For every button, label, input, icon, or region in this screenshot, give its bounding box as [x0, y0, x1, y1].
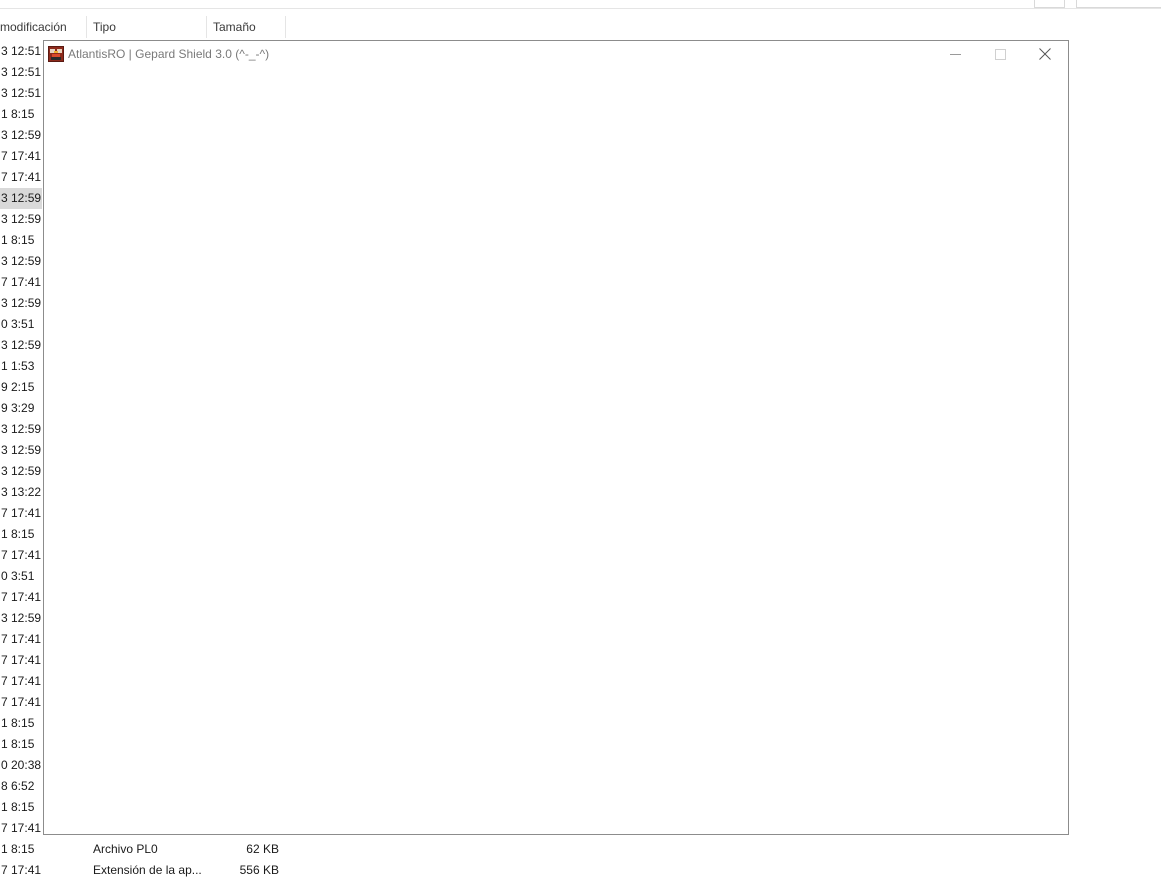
- file-modified-date: 1 8:15: [1, 107, 35, 121]
- file-type: Archivo PL0: [93, 842, 158, 856]
- file-modified-date: 3 12:59: [1, 254, 42, 268]
- file-modified-date: 3 12:59: [1, 422, 42, 436]
- file-row[interactable]: 7 17:41 Extensión de la ap... 556 KB: [0, 860, 1161, 881]
- file-modified-date: 7 17:41: [1, 674, 42, 688]
- file-modified-date: 3 12:59: [1, 464, 42, 478]
- file-modified-date: 1 1:53: [1, 359, 35, 373]
- file-modified-date: 7 17:41: [1, 653, 42, 667]
- file-modified-date: 3 12:51: [1, 65, 42, 79]
- file-modified-date: 7 17:41: [1, 149, 42, 163]
- explorer-toolbar-strip: [0, 0, 1161, 9]
- file-modified-date: 0 3:51: [1, 569, 35, 583]
- close-icon: [1039, 48, 1051, 60]
- gepard-shield-window[interactable]: AtlantisRO | Gepard Shield 3.0 (^-_-^): [43, 40, 1069, 835]
- file-modified-date: 3 12:51: [1, 44, 42, 58]
- column-header-type-label: Tipo: [93, 20, 116, 34]
- file-modified-date: 9 2:15: [1, 380, 35, 394]
- file-modified-date: 3 12:59: [0, 188, 42, 209]
- file-modified-date: 3 12:59: [1, 212, 42, 226]
- minimize-icon: [949, 53, 961, 55]
- window-titlebar[interactable]: AtlantisRO | Gepard Shield 3.0 (^-_-^): [44, 41, 1068, 67]
- file-modified-date: 8 6:52: [1, 779, 35, 793]
- column-headers: modificación Tipo Tamaño: [0, 16, 1161, 38]
- file-modified-date: 1 8:15: [1, 233, 35, 247]
- file-modified-date: 1 8:15: [1, 737, 35, 751]
- maximize-button[interactable]: [977, 41, 1023, 67]
- file-modified-date: 1 8:15: [1, 527, 35, 541]
- file-modified-date: 7 17:41: [1, 548, 42, 562]
- file-modified-date: 7 17:41: [1, 632, 42, 646]
- file-modified-date: 3 12:59: [1, 128, 42, 142]
- maximize-icon: [994, 48, 1006, 60]
- toolbar-button-fragment[interactable]: [1034, 0, 1065, 8]
- file-modified-date: 7 17:41: [1, 590, 42, 604]
- close-button[interactable]: [1022, 41, 1068, 67]
- file-modified-date: 3 12:59: [1, 611, 42, 625]
- column-header-date-label: modificación: [0, 20, 67, 34]
- file-size: 62 KB: [246, 842, 279, 856]
- file-modified-date: 7 17:41: [1, 170, 42, 184]
- column-header-date[interactable]: modificación: [0, 16, 87, 38]
- file-modified-date: 7 17:41: [1, 506, 42, 520]
- column-header-size-label: Tamaño: [213, 20, 256, 34]
- file-modified-date: 1 8:15: [1, 716, 35, 730]
- file-modified-date: 3 12:51: [1, 86, 42, 100]
- file-modified-date: 9 3:29: [1, 401, 35, 415]
- file-modified-date: 3 13:22: [1, 485, 42, 499]
- file-modified-date: 3 12:59: [1, 338, 42, 352]
- file-modified-date: 0 3:51: [1, 317, 35, 331]
- column-header-size[interactable]: Tamaño: [207, 16, 286, 38]
- file-modified-date: 3 12:59: [1, 296, 42, 310]
- file-modified-date: 3 12:59: [1, 443, 42, 457]
- atlantisro-app-icon: [48, 46, 64, 62]
- file-size: 556 KB: [239, 863, 279, 877]
- minimize-button[interactable]: [932, 41, 978, 67]
- file-modified-date: 1 8:15: [1, 800, 35, 814]
- file-modified-date: 1 8:15: [1, 842, 35, 856]
- file-modified-date: 7 17:41: [1, 821, 42, 835]
- file-type: Extensión de la ap...: [93, 863, 202, 877]
- column-header-type[interactable]: Tipo: [87, 16, 207, 38]
- search-box-fragment[interactable]: [1076, 0, 1161, 8]
- file-row[interactable]: 1 8:15 Archivo PL0 62 KB: [0, 839, 1161, 860]
- file-modified-date: 7 17:41: [1, 275, 42, 289]
- file-modified-date: 7 17:41: [1, 863, 42, 877]
- file-modified-date: 0 20:38: [1, 758, 42, 772]
- window-title: AtlantisRO | Gepard Shield 3.0 (^-_-^): [68, 47, 270, 61]
- file-modified-date: 7 17:41: [1, 695, 42, 709]
